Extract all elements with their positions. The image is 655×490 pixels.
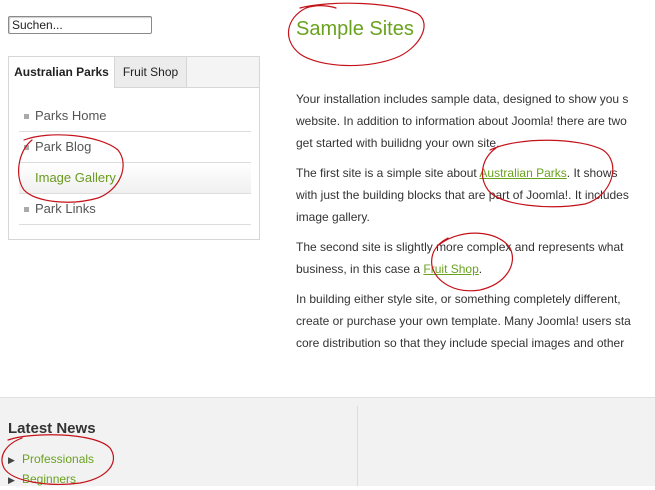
article-body: Your installation includes sample data, …	[296, 88, 655, 362]
search-input[interactable]	[8, 16, 152, 34]
menu-item-park-links[interactable]: Park Links	[19, 194, 251, 225]
australian-parks-link[interactable]: Australian Parks	[479, 166, 566, 180]
tab-bar: Australian Parks Fruit Shop	[9, 57, 259, 88]
parks-menu: Parks Home Park Blog Image Gallery Park …	[19, 101, 251, 225]
news-item-beginners[interactable]: ▶ Beginners	[8, 469, 94, 489]
paragraph-second-site: The second site is slightly more complex…	[296, 240, 624, 276]
fruit-shop-link[interactable]: Fruit Shop	[423, 262, 478, 276]
latest-news-list: ▶ Professionals ▶ Beginners	[8, 449, 94, 489]
bullet-icon	[24, 145, 29, 150]
paragraph-building: In building either style site, or someth…	[296, 292, 631, 350]
menu-item-parks-home[interactable]: Parks Home	[19, 101, 251, 132]
news-item-professionals[interactable]: ▶ Professionals	[8, 449, 94, 469]
triangle-right-icon: ▶	[8, 475, 15, 485]
bullet-icon	[24, 114, 29, 119]
menu-item-park-blog[interactable]: Park Blog	[19, 132, 251, 163]
tab-fruit-shop[interactable]: Fruit Shop	[115, 57, 187, 87]
latest-news-heading: Latest News	[8, 420, 96, 437]
paragraph-intro: Your installation includes sample data, …	[296, 92, 629, 150]
bullet-icon	[24, 207, 29, 212]
footer: Latest News ▶ Professionals ▶ Beginners	[0, 397, 655, 486]
sample-sites-tab-panel: Australian Parks Fruit Shop Parks Home P…	[8, 56, 260, 240]
page-title: Sample Sites	[296, 18, 414, 40]
tab-australian-parks[interactable]: Australian Parks	[9, 57, 115, 88]
footer-divider	[357, 406, 358, 486]
paragraph-first-site: The first site is a simple site about Au…	[296, 166, 629, 224]
triangle-right-icon: ▶	[8, 455, 15, 465]
menu-item-image-gallery[interactable]: Image Gallery	[19, 163, 251, 194]
